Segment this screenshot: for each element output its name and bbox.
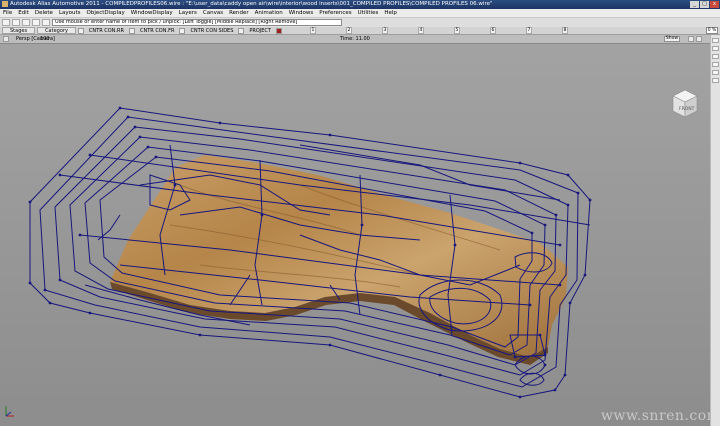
percent-field[interactable]: 0 % bbox=[706, 27, 718, 34]
layer-project[interactable]: PROJECT bbox=[246, 27, 274, 35]
maximize-button[interactable]: □ bbox=[700, 1, 709, 8]
layer-cntr-con-sides[interactable]: CNTR CON SIDES bbox=[187, 27, 236, 35]
palette-button[interactable] bbox=[712, 78, 719, 83]
division-2[interactable]: 2 bbox=[345, 27, 352, 34]
palette-button[interactable] bbox=[712, 46, 719, 51]
window-title: Autodesk Alias Automotive 2011 - COMPILE… bbox=[10, 1, 493, 7]
menu-edit[interactable]: Edit bbox=[18, 9, 29, 17]
minimize-button[interactable]: _ bbox=[690, 1, 699, 8]
axis-indicator-icon bbox=[5, 406, 14, 417]
menu-objectdisplay[interactable]: ObjectDisplay bbox=[87, 9, 125, 17]
redo-icon[interactable] bbox=[32, 19, 40, 26]
menu-layers[interactable]: Layers bbox=[179, 9, 197, 17]
menu-preferences[interactable]: Preferences bbox=[319, 9, 351, 17]
division-1[interactable]: 1 bbox=[309, 27, 316, 34]
viewcube-front-label: FRONT bbox=[679, 106, 695, 112]
menu-utilities[interactable]: Utilities bbox=[358, 9, 379, 17]
palette-button[interactable] bbox=[712, 54, 719, 59]
menu-file[interactable]: File bbox=[3, 9, 12, 17]
menu-canvas[interactable]: Canvas bbox=[203, 9, 223, 17]
layer-cntr-con-rr[interactable]: CNTR CON.RR bbox=[86, 27, 127, 35]
palette-button[interactable] bbox=[712, 70, 719, 75]
close-button[interactable]: x bbox=[710, 1, 719, 8]
division-5[interactable]: 5 bbox=[453, 27, 460, 34]
layer-swatch[interactable] bbox=[77, 27, 84, 34]
menu-layouts[interactable]: Layouts bbox=[59, 9, 81, 17]
division-6[interactable]: 6 bbox=[489, 27, 496, 34]
right-palette-strip bbox=[710, 35, 720, 426]
prompt-line-input[interactable]: Use mouse or enter name of item to pick … bbox=[52, 19, 342, 26]
title-bar: Autodesk Alias Automotive 2011 - COMPILE… bbox=[0, 0, 720, 9]
division-7[interactable]: 7 bbox=[525, 27, 532, 34]
division-3[interactable]: 3 bbox=[381, 27, 388, 34]
undo-icon[interactable] bbox=[22, 19, 30, 26]
wood-insert-surface[interactable] bbox=[110, 155, 568, 365]
layer-swatch[interactable] bbox=[238, 27, 245, 34]
layer-swatch[interactable] bbox=[179, 27, 186, 34]
tab-category[interactable]: Category bbox=[37, 27, 76, 34]
menu-bar: File Edit Delete Layouts ObjectDisplay W… bbox=[0, 9, 720, 18]
palette-button[interactable] bbox=[712, 38, 719, 43]
division-4[interactable]: 4 bbox=[417, 27, 424, 34]
palette-button[interactable] bbox=[712, 62, 719, 67]
layer-swatch[interactable] bbox=[128, 27, 135, 34]
division-8[interactable]: 8 bbox=[561, 27, 568, 34]
pick-tool-icon[interactable] bbox=[2, 19, 10, 26]
menu-windows[interactable]: Windows bbox=[289, 9, 314, 17]
window-controls: _ □ x bbox=[690, 1, 719, 8]
layer-color-swatch[interactable] bbox=[275, 27, 282, 34]
model-scene[interactable] bbox=[0, 35, 710, 426]
watermark: www.snren.com bbox=[601, 408, 710, 424]
menu-render[interactable]: Render bbox=[229, 9, 249, 17]
lock-icon[interactable] bbox=[42, 19, 50, 26]
viewcube-icon[interactable]: FRONT bbox=[672, 89, 698, 119]
perspective-viewport[interactable]: Persp [Camera] 100 Time: 11.00 Show FRON… bbox=[0, 35, 710, 426]
menu-animation[interactable]: Animation bbox=[255, 9, 283, 17]
shelf-bar: Stages Category CNTR CON.RR CNTR CON.FR … bbox=[0, 27, 720, 35]
tab-stages[interactable]: Stages bbox=[2, 27, 36, 34]
alias-app-icon bbox=[2, 1, 8, 7]
move-tool-icon[interactable] bbox=[12, 19, 20, 26]
menu-windowdisplay[interactable]: WindowDisplay bbox=[131, 9, 173, 17]
menu-help[interactable]: Help bbox=[384, 9, 397, 17]
layer-cntr-con-fr[interactable]: CNTR CON.FR bbox=[137, 27, 177, 35]
menu-delete[interactable]: Delete bbox=[35, 9, 53, 17]
